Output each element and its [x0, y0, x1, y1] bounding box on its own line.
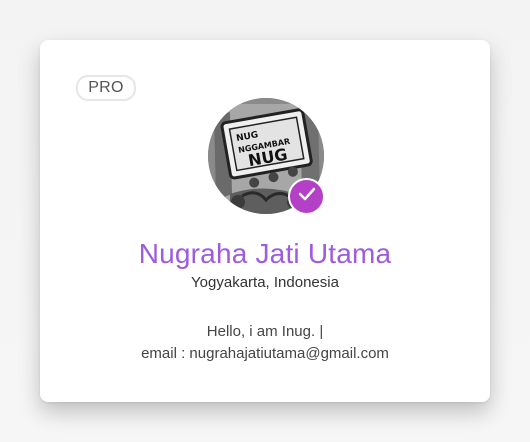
- bio-line-2: email : nugrahajatiutama@gmail.com: [141, 345, 389, 362]
- profile-bio: Hello, i am Inug. | email : nugrahajatiu…: [40, 321, 490, 365]
- bio-line-1: Hello, i am Inug. |: [206, 323, 324, 340]
- verified-badge: [288, 178, 325, 215]
- profile-location: Yogyakarta, Indonesia: [191, 274, 339, 291]
- check-icon: [298, 187, 316, 206]
- avatar-container: NUG NGGAMBAR NUG: [208, 98, 325, 215]
- profile-name: Nugraha Jati Utama: [138, 238, 392, 269]
- profile-card: PRO NUG NGGAMBAR NUG Nugraha Jati Utama …: [40, 40, 490, 402]
- pro-badge: PRO: [76, 75, 136, 101]
